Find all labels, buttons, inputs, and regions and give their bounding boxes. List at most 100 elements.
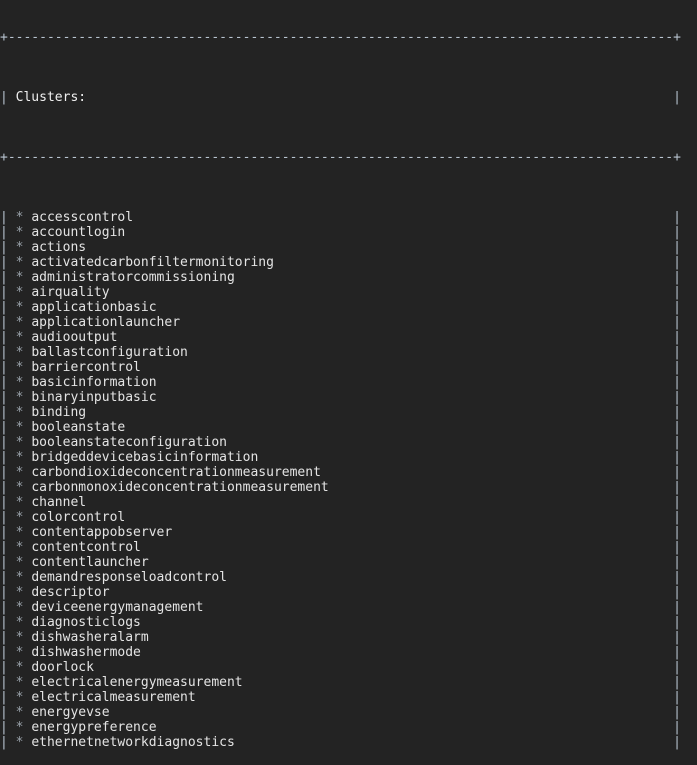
border-pipe-left: | — [0, 90, 8, 105]
row-indent — [8, 675, 16, 690]
border-pipe-left: | — [0, 315, 8, 330]
list-item[interactable]: | * airquality | — [0, 285, 697, 300]
border-pipe-right: | — [673, 90, 681, 105]
terminal-output[interactable]: +---------------------------------------… — [0, 0, 697, 750]
cluster-name: carbonmonoxideconcentrationmeasurement — [31, 480, 329, 495]
border-pipe-left: | — [0, 330, 8, 345]
border-pipe-right: | — [673, 405, 681, 420]
border-pipe-right: | — [673, 735, 681, 750]
list-item[interactable]: | * carbonmonoxideconcentrationmeasureme… — [0, 480, 697, 495]
row-filler — [321, 465, 673, 480]
list-item[interactable]: | * contentappobserver | — [0, 525, 697, 540]
list-item[interactable]: | * doorlock | — [0, 660, 697, 675]
row-filler — [172, 525, 673, 540]
header-indent — [8, 90, 16, 105]
list-item[interactable]: | * energypreference | — [0, 720, 697, 735]
list-item[interactable]: | * binding | — [0, 405, 697, 420]
border-pipe-right: | — [673, 390, 681, 405]
list-item[interactable]: | * booleanstate | — [0, 420, 697, 435]
list-item[interactable]: | * applicationbasic | — [0, 300, 697, 315]
list-item[interactable]: | * electricalenergymeasurement | — [0, 675, 697, 690]
border-pipe-right: | — [673, 240, 681, 255]
list-item[interactable]: | * energyevse | — [0, 705, 697, 720]
row-filler — [141, 645, 673, 660]
border-pipe-left: | — [0, 540, 8, 555]
list-item[interactable]: | * binaryinputbasic | — [0, 390, 697, 405]
row-indent — [8, 660, 16, 675]
list-item[interactable]: | * audiooutput | — [0, 330, 697, 345]
bullet-gap — [23, 705, 31, 720]
cluster-name: accesscontrol — [31, 210, 134, 225]
list-item[interactable]: | * dishwashermode | — [0, 645, 697, 660]
cluster-name: descriptor — [31, 585, 110, 600]
row-filler — [157, 375, 674, 390]
bullet-icon: * — [15, 735, 24, 750]
list-item[interactable]: | * booleanstateconfiguration | — [0, 435, 697, 450]
border-pipe-right: | — [673, 315, 681, 330]
border-pipe-right: | — [673, 495, 681, 510]
list-item[interactable]: | * activatedcarbonfiltermonitoring | — [0, 255, 697, 270]
list-item[interactable]: | * demandresponseloadcontrol | — [0, 570, 697, 585]
border-pipe-right: | — [673, 420, 681, 435]
border-pipe-left: | — [0, 630, 8, 645]
list-item[interactable]: | * descriptor | — [0, 585, 697, 600]
bullet-gap — [23, 600, 31, 615]
cluster-name: basicinformation — [31, 375, 157, 390]
list-item[interactable]: | * diagnosticlogs | — [0, 615, 697, 630]
cluster-list[interactable]: | * accesscontrol | | * accountlogin | | *… — [0, 210, 697, 750]
border-pipe-left: | — [0, 510, 8, 525]
list-item[interactable]: | * bridgeddevicebasicinformation | — [0, 450, 697, 465]
border-pipe-right: | — [673, 360, 681, 375]
list-item[interactable]: | * actions | — [0, 240, 697, 255]
row-indent — [8, 585, 16, 600]
border-pipe-right: | — [673, 225, 681, 240]
cluster-name: diagnosticlogs — [31, 615, 141, 630]
border-pipe-right: | — [673, 510, 681, 525]
border-pipe-right: | — [673, 555, 681, 570]
cluster-name: dishwashermode — [31, 645, 141, 660]
list-item[interactable]: | * applicationlauncher | — [0, 315, 697, 330]
row-indent — [8, 540, 16, 555]
row-indent — [8, 300, 16, 315]
row-indent — [8, 630, 16, 645]
border-pipe-left: | — [0, 270, 8, 285]
list-item[interactable]: | * basicinformation | — [0, 375, 697, 390]
row-filler — [141, 540, 673, 555]
row-filler — [133, 210, 673, 225]
cluster-name: applicationbasic — [31, 300, 157, 315]
cluster-name: carbondioxideconcentrationmeasurement — [31, 465, 321, 480]
border-pipe-left: | — [0, 210, 8, 225]
row-indent — [8, 315, 16, 330]
list-item[interactable]: | * accesscontrol | — [0, 210, 697, 225]
row-indent — [8, 210, 16, 225]
border-pipe-right: | — [673, 285, 681, 300]
bullet-gap — [23, 720, 31, 735]
list-item[interactable]: | * colorcontrol | — [0, 510, 697, 525]
list-item[interactable]: | * dishwasheralarm | — [0, 630, 697, 645]
bullet-icon: * — [15, 615, 24, 630]
list-item[interactable]: | * channel | — [0, 495, 697, 510]
cluster-name: deviceenergymanagement — [31, 600, 204, 615]
list-item[interactable]: | * ballastconfiguration | — [0, 345, 697, 360]
border-pipe-right: | — [673, 255, 681, 270]
bullet-gap — [23, 615, 31, 630]
border-pipe-right: | — [673, 720, 681, 735]
list-item[interactable]: | * contentlauncher | — [0, 555, 697, 570]
list-item[interactable]: | * ethernetnetworkdiagnostics | — [0, 735, 697, 750]
border-pipe-right: | — [673, 600, 681, 615]
list-item[interactable]: | * deviceenergymanagement | — [0, 600, 697, 615]
list-item[interactable]: | * contentcontrol | — [0, 540, 697, 555]
list-item[interactable]: | * electricalmeasurement | — [0, 690, 697, 705]
list-item[interactable]: | * barriercontrol | — [0, 360, 697, 375]
border-pipe-left: | — [0, 600, 8, 615]
list-item[interactable]: | * accountlogin | — [0, 225, 697, 240]
list-item[interactable]: | * carbondioxideconcentrationmeasuremen… — [0, 465, 697, 480]
border-pipe-right: | — [673, 540, 681, 555]
row-filler — [157, 300, 674, 315]
border-pipe-right: | — [673, 345, 681, 360]
list-item[interactable]: | * administratorcommissioning | — [0, 270, 697, 285]
border-pipe-left: | — [0, 720, 8, 735]
row-indent — [8, 435, 16, 450]
table-header-separator: +---------------------------------------… — [0, 150, 681, 165]
row-indent — [8, 525, 16, 540]
